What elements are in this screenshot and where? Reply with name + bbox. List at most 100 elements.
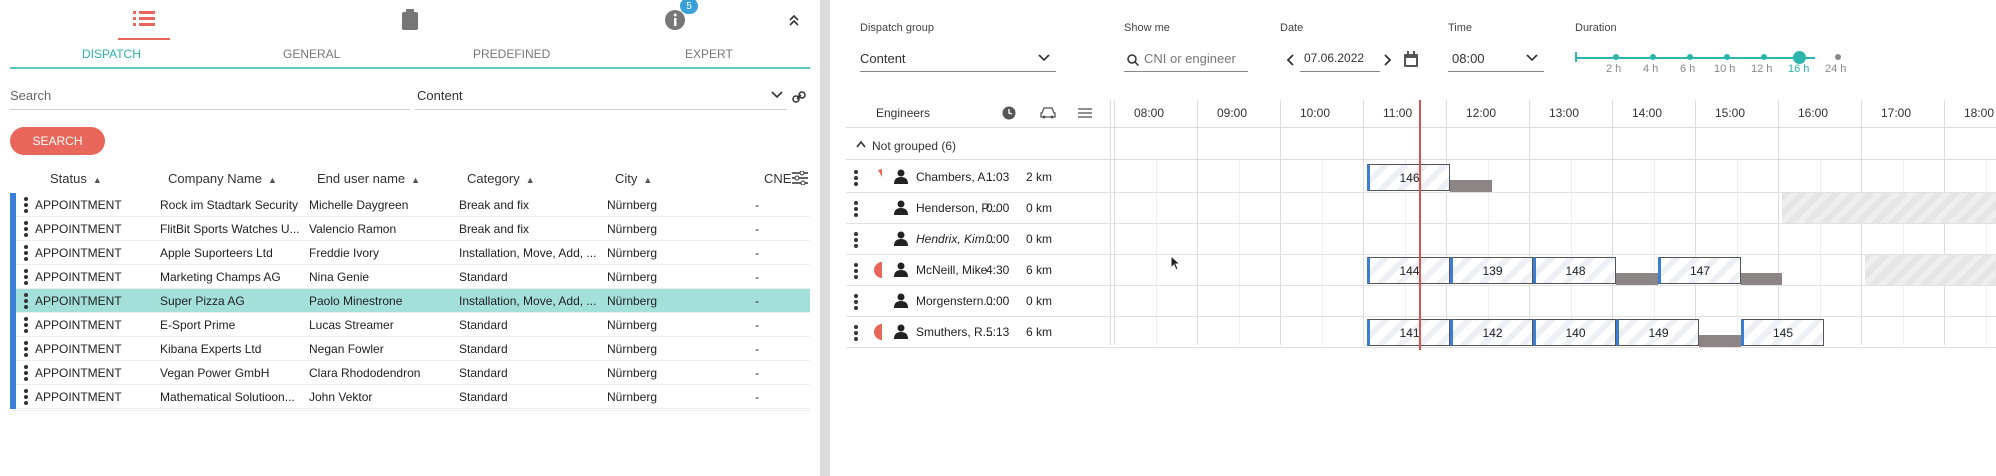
chevron-left-icon[interactable] xyxy=(1286,54,1294,66)
task-block[interactable]: 144 xyxy=(1367,257,1450,284)
task-block[interactable]: 140 xyxy=(1533,319,1616,346)
row-menu-icon[interactable] xyxy=(854,263,858,281)
duration-option-selected[interactable]: 16 h xyxy=(1788,63,1809,75)
dispatch-group-value: Content xyxy=(860,51,906,66)
cell-user: Valencio Ramon xyxy=(309,222,397,236)
table-row[interactable]: APPOINTMENT Rock im Stadtark Security Mich… xyxy=(10,193,810,217)
row-menu-icon[interactable] xyxy=(24,365,28,381)
column-status[interactable]: Status ▲ xyxy=(50,171,102,186)
engineer-row[interactable]: McNeill, Mike 4:30 6 km 144 139 148 147 xyxy=(846,255,1996,286)
task-block[interactable]: 145 xyxy=(1740,319,1824,346)
table-row[interactable]: APPOINTMENT Vegan Power GmbH Clara Rhodode… xyxy=(10,361,810,385)
cell-city: Nürnberg xyxy=(607,342,658,356)
row-menu-icon[interactable] xyxy=(24,221,28,237)
search-input[interactable]: Search xyxy=(10,86,410,110)
task-block[interactable]: 146 xyxy=(1367,164,1450,191)
column-cne[interactable]: CNE xyxy=(764,171,791,186)
duration-stop-4h[interactable] xyxy=(1650,54,1656,60)
duration-stop-6h[interactable] xyxy=(1687,54,1693,60)
tab-expert[interactable]: EXPERT xyxy=(685,47,733,61)
row-menu-icon[interactable] xyxy=(854,294,858,312)
row-menu-icon[interactable] xyxy=(854,232,858,250)
task-block[interactable]: 141 xyxy=(1367,319,1450,346)
row-menu-icon[interactable] xyxy=(854,325,858,343)
clipboard-tab[interactable] xyxy=(395,0,425,40)
engineer-row[interactable]: Smuthers, R... 5:13 6 km 141 142 140 149 145 xyxy=(846,317,1996,348)
task-block[interactable]: 149 xyxy=(1616,319,1699,346)
column-settings-icon[interactable] xyxy=(792,171,808,185)
table-row[interactable]: APPOINTMENT Kibana Experts Ltd Negan Fowle… xyxy=(10,337,810,361)
row-menu-icon[interactable] xyxy=(854,170,858,188)
duration-stop-2h[interactable] xyxy=(1613,54,1619,60)
link-icon[interactable] xyxy=(792,90,806,104)
column-city[interactable]: City ▲ xyxy=(615,171,652,186)
row-menu-icon[interactable] xyxy=(24,389,28,405)
row-menu-icon[interactable] xyxy=(24,245,28,261)
show-me-input[interactable]: CNI or engineer xyxy=(1124,48,1248,72)
panel-divider[interactable] xyxy=(820,0,830,476)
show-me-placeholder: CNI or engineer xyxy=(1144,51,1236,66)
status-indicator xyxy=(10,289,16,313)
duration-option[interactable]: 10 h xyxy=(1714,63,1735,75)
chevron-up-icon[interactable] xyxy=(856,140,866,148)
cell-cne: - xyxy=(755,270,759,284)
duration-option[interactable]: 2 h xyxy=(1606,63,1621,75)
duration-stop-10h[interactable] xyxy=(1724,54,1730,60)
table-row[interactable]: APPOINTMENT FlitBit Sports Watches U... Va… xyxy=(10,217,810,241)
date-input[interactable]: 07.06.2022 xyxy=(1300,48,1380,72)
dispatch-group-label: Dispatch group xyxy=(860,22,934,34)
task-block[interactable]: 142 xyxy=(1450,319,1533,346)
engineer-time: 4:30 xyxy=(986,263,1010,277)
table-row[interactable]: APPOINTMENT Marketing Champs AG Nina Genie… xyxy=(10,265,810,289)
task-block[interactable]: 147 xyxy=(1657,257,1741,284)
duration-stop-24h[interactable] xyxy=(1835,54,1841,60)
tab-predefined[interactable]: PREDEFINED xyxy=(473,47,550,61)
row-menu-icon[interactable] xyxy=(854,201,858,219)
tab-general[interactable]: GENERAL xyxy=(283,47,340,61)
engineer-row[interactable]: Chambers, A... 1:03 2 km 146 xyxy=(846,162,1996,193)
hour-label: 13:00 xyxy=(1549,106,1580,120)
duration-option[interactable]: 12 h xyxy=(1751,63,1772,75)
column-category[interactable]: Category ▲ xyxy=(467,171,535,186)
sliders-icon[interactable] xyxy=(1078,107,1092,119)
list-view-tab[interactable] xyxy=(118,0,170,40)
row-menu-icon[interactable] xyxy=(24,341,28,357)
group-header[interactable]: Not grouped (6) xyxy=(846,132,1996,160)
table-row[interactable]: APPOINTMENT Super Pizza AG Paolo Minestron… xyxy=(10,289,810,313)
column-company[interactable]: Company Name ▲ xyxy=(168,171,277,186)
time-label: Time xyxy=(1448,22,1473,34)
duration-option[interactable]: 6 h xyxy=(1680,63,1695,75)
task-block[interactable]: 139 xyxy=(1450,257,1533,284)
row-menu-icon[interactable] xyxy=(24,197,28,213)
row-menu-icon[interactable] xyxy=(24,269,28,285)
task-block[interactable]: 148 xyxy=(1533,257,1616,284)
engineer-row[interactable]: Hendrix, Kim... 0:00 0 km xyxy=(846,224,1996,255)
table-row[interactable]: APPOINTMENT E-Sport Prime Lucas Streamer St… xyxy=(10,313,810,337)
cell-city: Nürnberg xyxy=(607,366,658,380)
duration-option[interactable]: 24 h xyxy=(1825,63,1846,75)
table-row[interactable]: APPOINTMENT Apple Suporteers Ltd Freddie I… xyxy=(10,241,810,265)
duration-option[interactable]: 4 h xyxy=(1643,63,1658,75)
tab-dispatch[interactable]: DISPATCH xyxy=(82,47,141,61)
engineer-row[interactable]: Morgenstern... 0:00 0 km xyxy=(846,286,1996,317)
info-tab[interactable]: 5 xyxy=(660,0,698,40)
table-row[interactable]: APPOINTMENT Mathematical Solutioon... John… xyxy=(10,385,810,409)
dispatch-group-select[interactable]: Content xyxy=(860,48,1056,72)
calendar-icon[interactable] xyxy=(1404,51,1418,67)
clipboard-icon xyxy=(402,9,418,30)
cell-city: Nürnberg xyxy=(607,198,658,212)
cell-city: Nürnberg xyxy=(607,222,658,236)
row-menu-icon[interactable] xyxy=(24,317,28,333)
cell-user: Clara Rhododendron xyxy=(309,366,421,380)
chevron-right-icon[interactable] xyxy=(1384,54,1392,66)
sort-icon: ▲ xyxy=(643,175,653,185)
search-button[interactable]: SEARCH xyxy=(10,127,105,155)
row-menu-icon[interactable] xyxy=(24,293,28,309)
collapse-button[interactable] xyxy=(784,0,804,40)
duration-stop-12h[interactable] xyxy=(1761,54,1767,60)
content-select[interactable]: Content xyxy=(415,88,787,110)
column-end-user[interactable]: End user name ▲ xyxy=(317,171,420,186)
engineer-row[interactable]: Henderson, P... 0:00 0 km xyxy=(846,193,1996,224)
search-tabs: DISPATCH GENERAL PREDEFINED EXPERT xyxy=(10,45,810,69)
time-select[interactable]: 08:00 xyxy=(1448,48,1544,72)
